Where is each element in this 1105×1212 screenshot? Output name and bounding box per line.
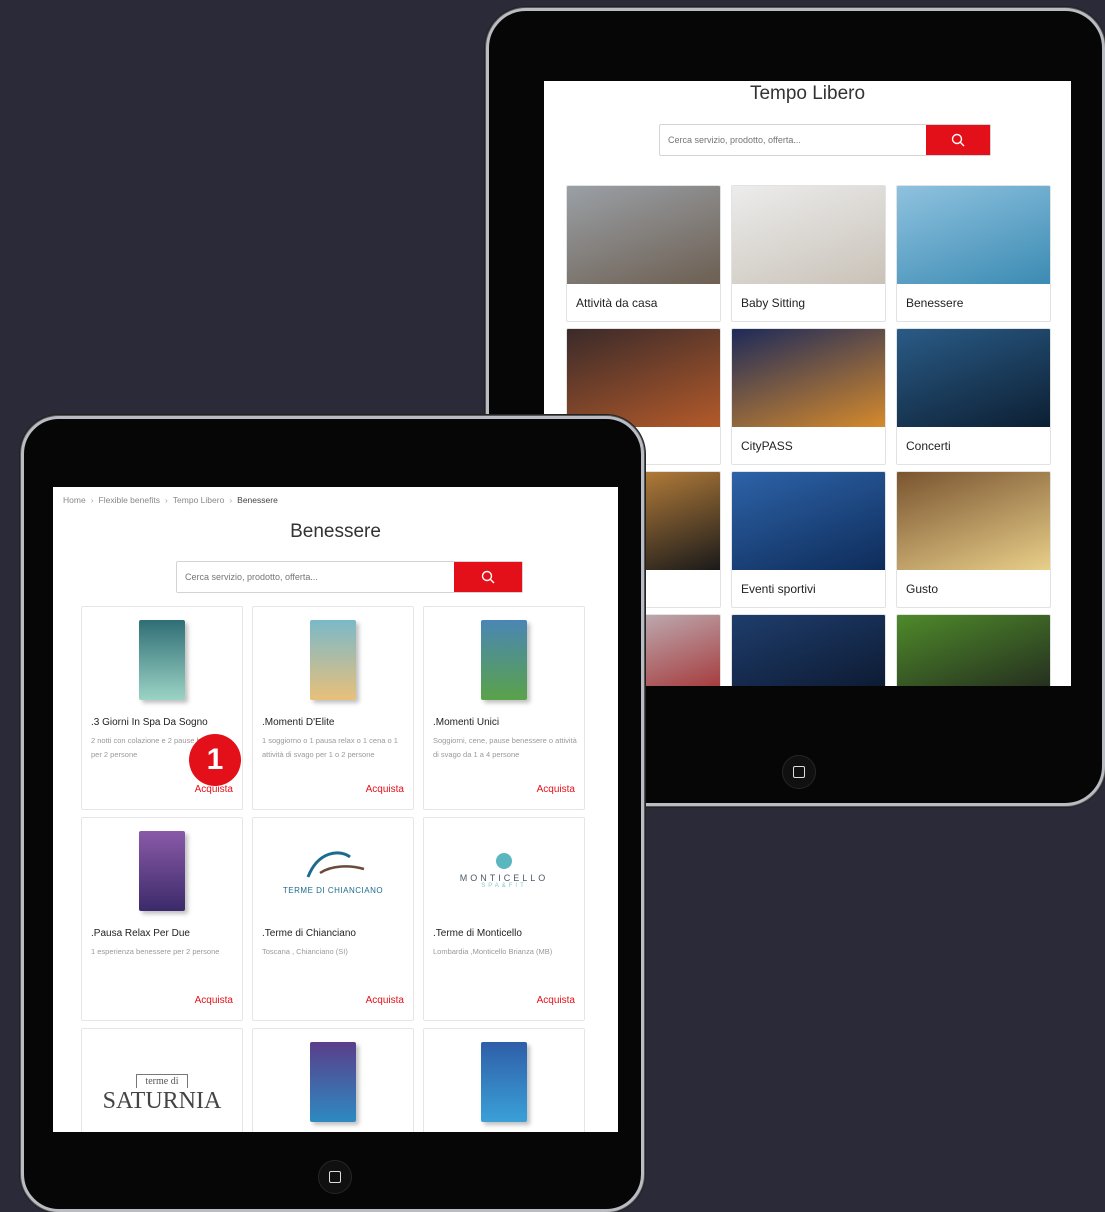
category-label: Gusto	[906, 582, 939, 596]
buy-link[interactable]: Acquista	[537, 784, 575, 795]
breadcrumb-home[interactable]: Home	[63, 495, 86, 505]
product-name: .3 Giorni In Spa Da Sogno	[91, 717, 208, 728]
product-card[interactable]: .Momenti D'Elite 1 soggiorno o 1 pausa re…	[252, 606, 414, 810]
category-tile[interactable]: Concerti	[896, 328, 1051, 465]
category-image	[732, 186, 885, 284]
home-button[interactable]	[318, 1160, 352, 1194]
product-card[interactable]: .Pausa Relax Per Due 1 esperienza benesse…	[81, 817, 243, 1021]
product-name: .Momenti Unici	[433, 717, 500, 728]
product-image	[82, 611, 242, 709]
product-description: Soggiorni, cene, pause benessere o attiv…	[433, 736, 577, 759]
product-card[interactable]	[252, 1028, 414, 1132]
category-label: Attività da casa	[576, 296, 658, 310]
category-image	[897, 615, 1050, 686]
product-image	[424, 1033, 584, 1131]
gift-box-image	[139, 620, 185, 700]
category-label: Baby Sitting	[741, 296, 806, 310]
category-image	[732, 615, 885, 686]
category-image	[897, 329, 1050, 427]
home-button[interactable]	[782, 755, 816, 789]
category-image	[567, 329, 720, 427]
search-input[interactable]	[660, 125, 926, 155]
category-image	[897, 472, 1050, 570]
breadcrumb-tempo-libero[interactable]: Tempo Libero	[173, 495, 225, 505]
buy-link[interactable]: Acquista	[537, 995, 575, 1006]
category-tile[interactable]: Gusto	[896, 471, 1051, 608]
product-card[interactable]: .Momenti Unici Soggiorni, cene, pause ben…	[423, 606, 585, 810]
search-button[interactable]	[454, 562, 522, 592]
product-name: .Terme di Monticello	[433, 928, 522, 939]
page-title: Benessere	[290, 521, 381, 542]
category-label: CityPASS	[741, 439, 793, 453]
chevron-right-icon: ›	[164, 495, 168, 505]
front-tablet: Home › Flexible benefits › Tempo Libero › Bene…	[21, 416, 644, 1212]
buy-link[interactable]: Acquista	[366, 784, 404, 795]
product-description: 1 esperienza benessere per 2 persone	[91, 947, 220, 956]
front-tablet-screen: Home › Flexible benefits › Tempo Libero › Bene…	[53, 487, 618, 1132]
search-button[interactable]	[926, 125, 990, 155]
product-description: Lombardia ,Monticello Brianza (MB)	[433, 947, 553, 956]
chevron-right-icon: ›	[90, 495, 94, 505]
product-image	[253, 1033, 413, 1131]
search-icon	[481, 570, 495, 584]
logo-text: MONTICELLO	[459, 873, 549, 883]
gift-box-image	[139, 831, 185, 911]
product-card[interactable]: terme di SATURNIA	[81, 1028, 243, 1132]
product-image: terme di SATURNIA	[82, 1033, 242, 1131]
category-tile[interactable]: Eventi sportivi	[731, 471, 886, 608]
product-description: 1 soggiorno o 1 pausa relax o 1 cena o 1…	[262, 736, 398, 759]
product-description: Toscana , Chianciano (SI)	[262, 947, 348, 956]
gift-box-image	[481, 1042, 527, 1122]
category-image	[897, 186, 1050, 284]
search-input[interactable]	[177, 562, 454, 592]
category-image	[732, 472, 885, 570]
product-image: TERME DI CHIANCIANO	[253, 822, 413, 920]
product-image	[253, 611, 413, 709]
category-label: Concerti	[906, 439, 951, 453]
logo-text: TERME DI CHIANCIANO	[282, 886, 384, 895]
product-name: .Momenti D'Elite	[262, 717, 335, 728]
product-grid: .3 Giorni In Spa Da Sogno 2 notti con col…	[81, 606, 585, 1132]
home-square-icon	[793, 766, 805, 778]
product-card[interactable]: MONTICELLO SPA&FIT .Terme di Monticello Lom…	[423, 817, 585, 1021]
category-image	[732, 329, 885, 427]
category-tile[interactable]: CityPASS	[731, 328, 886, 465]
search-bar	[176, 561, 523, 593]
monticello-logo: MONTICELLO SPA&FIT	[460, 853, 549, 889]
category-tile[interactable]	[731, 614, 886, 686]
gift-box-image	[481, 620, 527, 700]
product-name: .Pausa Relax Per Due	[91, 928, 190, 939]
saturnia-logo: terme di SATURNIA	[102, 1071, 222, 1114]
product-image	[82, 822, 242, 920]
buy-link[interactable]: Acquista	[195, 995, 233, 1006]
product-name: .Terme di Chianciano	[262, 928, 356, 939]
logo-subtext: SPA&FIT	[481, 883, 527, 889]
gift-box-image	[310, 620, 356, 700]
home-square-icon	[329, 1171, 341, 1183]
product-image: MONTICELLO SPA&FIT	[424, 822, 584, 920]
breadcrumb-current: Benessere	[237, 495, 278, 505]
product-card[interactable]: TERME DI CHIANCIANO .Terme di Chianciano T…	[252, 817, 414, 1021]
search-bar	[659, 124, 991, 156]
category-tile[interactable]: Benessere	[896, 185, 1051, 322]
step-badge: 1	[189, 734, 241, 786]
breadcrumb: Home › Flexible benefits › Tempo Libero › Bene…	[63, 495, 278, 505]
chevron-right-icon: ›	[229, 495, 233, 505]
search-icon	[951, 133, 965, 147]
logo-subtext: terme di	[136, 1074, 188, 1088]
category-label: Benessere	[906, 296, 964, 310]
category-label: Eventi sportivi	[741, 582, 816, 596]
category-image	[567, 186, 720, 284]
gift-box-image	[310, 1042, 356, 1122]
product-card[interactable]	[423, 1028, 585, 1132]
product-image	[424, 611, 584, 709]
buy-link[interactable]: Acquista	[366, 995, 404, 1006]
page-title: Tempo Libero	[749, 83, 866, 104]
logo-text: SATURNIA	[102, 1088, 222, 1114]
category-tile[interactable]: Attività da casa	[566, 185, 721, 322]
chianciano-logo: TERME DI CHIANCIANO	[283, 847, 383, 895]
category-tile[interactable]	[896, 614, 1051, 686]
breadcrumb-flexible-benefits[interactable]: Flexible benefits	[99, 495, 160, 505]
category-tile[interactable]: Baby Sitting	[731, 185, 886, 322]
